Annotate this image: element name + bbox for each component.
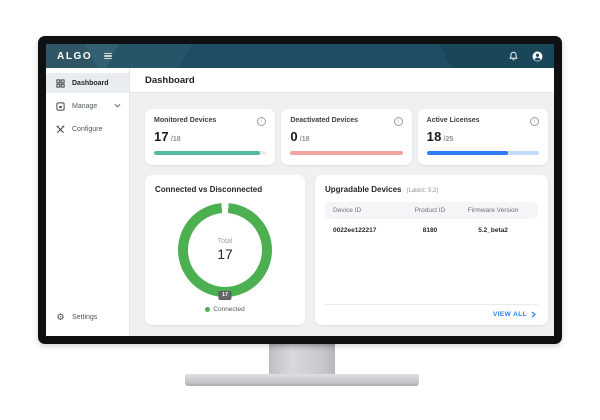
stat-value: 0 xyxy=(290,129,297,144)
stat-value: 18 xyxy=(427,129,442,144)
donut-center: Total 17 xyxy=(188,213,262,287)
table-title: Upgradable Devices xyxy=(325,185,401,194)
stat-label: Monitored Devices xyxy=(154,117,216,124)
stat-total: /18 xyxy=(171,136,181,143)
column-header-product-id: Product ID xyxy=(404,207,456,214)
column-header-firmware-version: Firmware Version xyxy=(456,207,530,214)
main-area: Dashboard Monitored Devices i 17 /18 xyxy=(130,68,554,336)
connected-chart-card: Connected vs Disconnected Total 17 17 xyxy=(145,175,305,325)
upgradable-devices-card: Upgradable Devices (Latest: 5.2) Device … xyxy=(315,175,548,325)
info-icon[interactable]: i xyxy=(257,117,266,126)
manage-devices-icon xyxy=(56,102,65,111)
table-subtitle: (Latest: 5.2) xyxy=(406,188,438,194)
donut-total-value: 17 xyxy=(217,246,233,262)
legend-label: Connected xyxy=(213,306,244,313)
dashboard-content: Monitored Devices i 17 /18 Deactiva xyxy=(130,93,554,336)
settings-gear-icon: ⚙ xyxy=(56,313,65,322)
configure-tools-icon xyxy=(56,125,65,134)
stat-card-monitored-devices: Monitored Devices i 17 /18 xyxy=(145,109,275,165)
column-header-device-id: Device ID xyxy=(333,207,404,214)
stat-value: 17 xyxy=(154,129,169,144)
sidebar-item-settings[interactable]: ⚙ Settings xyxy=(46,308,129,326)
page-title: Dashboard xyxy=(145,75,195,86)
chart-title: Connected vs Disconnected xyxy=(155,185,295,194)
stat-total: /25 xyxy=(444,136,454,143)
cell-firmware-version: 5.2_beta2 xyxy=(456,227,530,234)
dashboard-grid-icon xyxy=(56,79,65,88)
view-all-link[interactable]: VIEW ALL xyxy=(325,304,538,325)
table-row[interactable]: 0022ee122217 8180 5.2_beta2 xyxy=(325,219,538,240)
account-user-icon[interactable] xyxy=(532,51,543,62)
legend-dot-connected xyxy=(205,307,210,312)
hamburger-menu-icon[interactable] xyxy=(104,53,112,60)
top-navbar: ALGO xyxy=(46,44,554,68)
cell-device-id: 0022ee122217 xyxy=(333,227,404,234)
sidebar-item-label: Manage xyxy=(72,103,97,110)
progress-bar xyxy=(290,151,402,155)
info-icon[interactable]: i xyxy=(530,117,539,126)
donut-total-label: Total xyxy=(218,238,233,245)
sidebar: Dashboard Manage xyxy=(46,68,130,336)
sidebar-item-label: Settings xyxy=(72,314,97,321)
sidebar-item-label: Configure xyxy=(72,126,102,133)
progress-bar xyxy=(427,151,539,155)
sidebar-item-label: Dashboard xyxy=(72,80,109,87)
chevron-right-icon xyxy=(531,311,536,318)
info-icon[interactable]: i xyxy=(394,117,403,126)
monitor-frame: ALGO xyxy=(38,36,562,344)
stat-card-deactivated-devices: Deactivated Devices i 0 /18 xyxy=(281,109,411,165)
monitor-stand-base xyxy=(185,374,419,386)
chart-legend: Connected xyxy=(155,306,295,313)
view-all-label: VIEW ALL xyxy=(493,311,527,318)
monitor-stand-neck xyxy=(269,342,335,376)
table-header-row: Device ID Product ID Firmware Version xyxy=(325,202,538,219)
app-screen: ALGO xyxy=(46,44,554,336)
stat-card-active-licenses: Active Licenses i 18 /25 xyxy=(418,109,548,165)
progress-bar xyxy=(154,151,266,155)
stat-label: Deactivated Devices xyxy=(290,117,358,124)
donut-value-tooltip: 17 xyxy=(218,291,231,301)
algo-logo: ALGO xyxy=(57,51,92,62)
sidebar-item-manage[interactable]: Manage xyxy=(46,96,129,116)
stats-row: Monitored Devices i 17 /18 Deactiva xyxy=(145,109,548,165)
cell-product-id: 8180 xyxy=(404,227,456,234)
notifications-bell-icon[interactable] xyxy=(509,51,518,61)
stat-total: /18 xyxy=(300,136,310,143)
lower-cards-row: Connected vs Disconnected Total 17 17 xyxy=(145,175,548,325)
stat-label: Active Licenses xyxy=(427,117,480,124)
sidebar-item-dashboard[interactable]: Dashboard xyxy=(46,73,129,93)
sidebar-item-configure[interactable]: Configure xyxy=(46,119,129,139)
chevron-down-icon xyxy=(114,103,121,110)
page-header: Dashboard xyxy=(130,68,554,93)
donut-chart[interactable]: Total 17 17 xyxy=(178,203,272,297)
